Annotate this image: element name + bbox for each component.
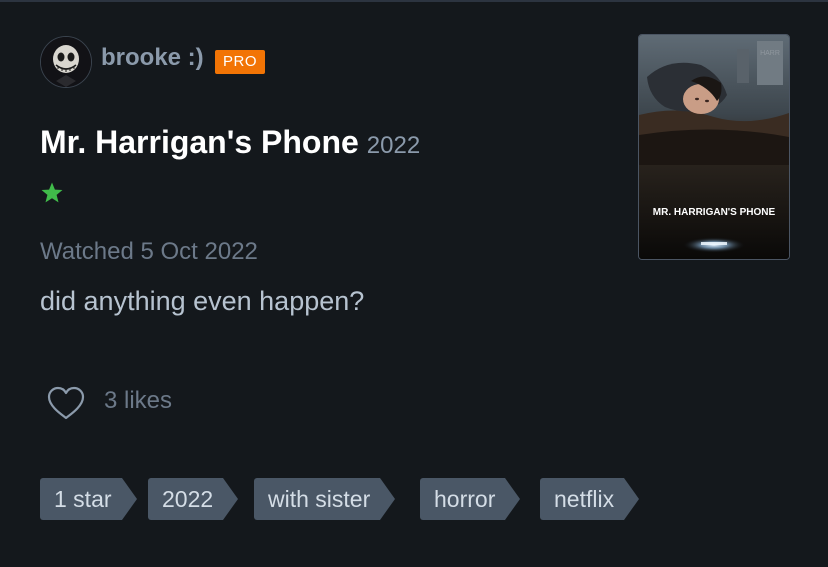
tag-2022[interactable]: 2022 xyxy=(148,478,239,520)
heart-like-icon[interactable] xyxy=(46,386,86,420)
film-heading: Mr. Harrigan's Phone 2022 xyxy=(40,124,420,161)
film-title-link[interactable]: Mr. Harrigan's Phone xyxy=(40,124,359,160)
film-poster[interactable]: HARR MR. HARRIGAN'S PHONE xyxy=(638,34,790,260)
avatar-image xyxy=(41,37,91,87)
tag-netflix[interactable]: netflix xyxy=(540,478,640,520)
likes-count[interactable]: 3 likes xyxy=(104,387,172,415)
poster-title-text: MR. HARRIGAN'S PHONE xyxy=(653,207,776,218)
avatar[interactable] xyxy=(40,36,92,88)
username-link[interactable]: brooke :) xyxy=(101,44,204,72)
film-year-link[interactable]: 2022 xyxy=(367,132,420,159)
review-text: did anything even happen? xyxy=(40,286,365,316)
watched-date: Watched 5 Oct 2022 xyxy=(40,238,258,265)
tag-1-star[interactable]: 1 star xyxy=(40,478,136,520)
top-divider xyxy=(0,0,828,2)
tag-with-sister[interactable]: with sister xyxy=(254,478,396,520)
star-rating-icon xyxy=(41,182,63,203)
pro-badge: PRO xyxy=(215,50,266,74)
tag-horror[interactable]: horror xyxy=(420,478,521,520)
poster-sign-text: HARR xyxy=(760,50,780,57)
poster-image: HARR MR. HARRIGAN'S PHONE xyxy=(639,35,789,259)
